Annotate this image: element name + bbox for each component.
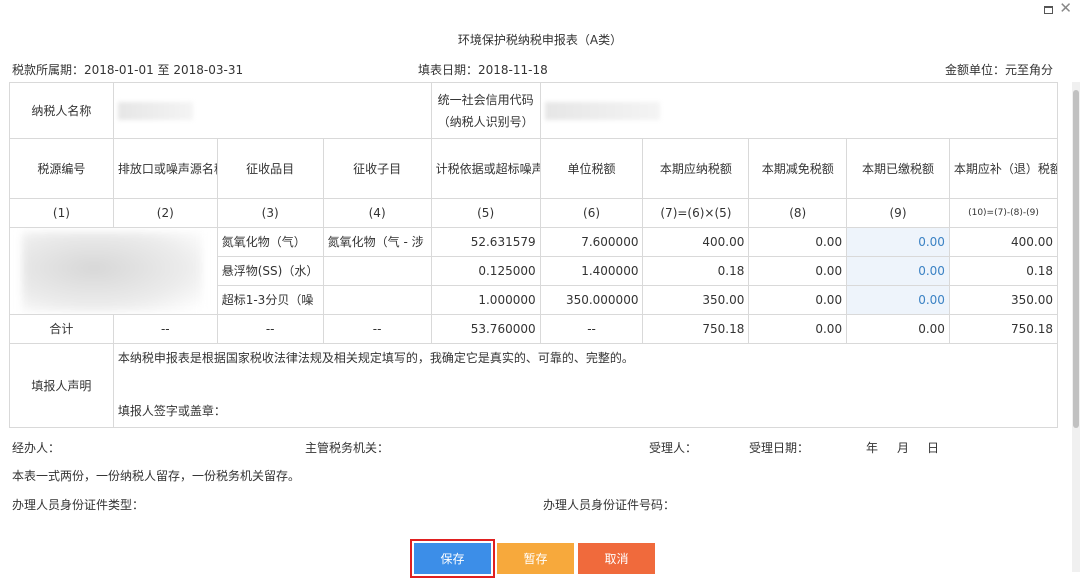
unit-tax-cell: 350.000000: [539, 285, 644, 315]
total-cell: --: [322, 314, 432, 344]
payable-cell: 0.18: [642, 256, 750, 286]
index-cell: (2): [112, 198, 218, 228]
taxpayer-name-label: 纳税人名称: [9, 82, 114, 139]
basis-cell: 52.631579: [430, 227, 541, 257]
index-cell: (9): [846, 198, 950, 228]
header-item: 征收品目: [216, 138, 324, 199]
index-row: (1) (2) (3) (4) (5) (6) (7)=(6)×(5) (8) …: [9, 198, 1059, 228]
index-cell: (5): [430, 198, 541, 228]
close-icon[interactable]: ✕: [1059, 1, 1072, 16]
due-cell: 350.00: [948, 285, 1059, 315]
table-row: 氮氧化物（气） 氮氧化物（气 - 涉 52.631579 7.600000 40…: [9, 227, 1059, 315]
day-label: 日: [927, 441, 940, 455]
total-row: 合计 -- -- -- 53.760000 -- 750.18 0.00 0.0…: [9, 314, 1059, 344]
declaration-text: 本纳税申报表是根据国家税收法律法规及相关规定填写的，我确定它是真实的、可靠的、完…: [117, 351, 634, 365]
header-paid: 本期已缴税额: [846, 138, 950, 199]
scrollbar-thumb[interactable]: [1073, 90, 1079, 428]
reduced-cell: 0.00: [748, 227, 848, 257]
agent-label: 经办人：: [12, 441, 61, 455]
header-outlet-name: 排放口或噪声源名称: [112, 138, 218, 199]
save-button[interactable]: 保存: [414, 543, 491, 574]
unit-tax-cell: 1.400000: [539, 256, 644, 286]
copies-note: 本表一式两份，一份纳税人留存，一份税务机关留存。: [12, 469, 301, 483]
total-due: 750.18: [948, 314, 1059, 344]
amount-unit: 金额单位：元至角分: [944, 63, 1053, 77]
total-payable: 750.18: [642, 314, 750, 344]
cancel-button[interactable]: 取消: [578, 543, 655, 574]
paid-input[interactable]: 0.00: [846, 256, 950, 286]
declaration-label: 填报人声明: [9, 343, 114, 428]
total-basis: 53.760000: [430, 314, 541, 344]
signature-label: 填报人签字或盖章：: [117, 404, 226, 418]
item-cell: 悬浮物(SS)（水）: [216, 256, 324, 286]
header-reduced: 本期减免税额: [748, 138, 848, 199]
fill-date: 填表日期：2018-11-18: [418, 63, 548, 77]
unit-tax-cell: 7.600000: [539, 227, 644, 257]
total-reduced: 0.00: [748, 314, 848, 344]
redacted-source-cell: [9, 227, 218, 315]
vertical-scrollbar[interactable]: [1072, 82, 1080, 572]
basis-cell: 0.125000: [430, 256, 541, 286]
draft-button[interactable]: 暂存: [497, 543, 574, 574]
header-unit-tax: 单位税额: [539, 138, 644, 199]
index-cell: (3): [216, 198, 324, 228]
id-type-label: 办理人员身份证件类型：: [12, 498, 145, 512]
reduced-cell: 0.00: [748, 256, 848, 286]
credit-code-value: [539, 82, 1059, 139]
receive-date-label: 受理日期：: [749, 441, 810, 455]
index-cell: (7)=(6)×(5): [642, 198, 750, 228]
index-cell: (1): [9, 198, 114, 228]
payable-cell: 350.00: [642, 285, 750, 315]
total-label: 合计: [9, 314, 114, 344]
payable-cell: 400.00: [642, 227, 750, 257]
tax-return-table: 纳税人名称 统一社会信用代码 （纳税人识别号） 税源编号 排放口或噪声源名称 征收…: [9, 82, 1059, 428]
paid-input[interactable]: 0.00: [846, 285, 950, 315]
total-unit-tax: --: [539, 314, 644, 344]
subitem-cell: [322, 285, 432, 315]
basis-cell: 1.000000: [430, 285, 541, 315]
item-cell: 超标1-3分贝（噪: [216, 285, 324, 315]
subitem-cell: [322, 256, 432, 286]
window-controls: ✕: [1044, 1, 1072, 16]
taxpayer-name-value: [112, 82, 432, 139]
header-due: 本期应补（退）税额: [948, 138, 1059, 199]
maximize-icon[interactable]: [1044, 5, 1054, 14]
declaration-content: 本纳税申报表是根据国家税收法律法规及相关规定填写的，我确定它是真实的、可靠的、完…: [112, 343, 1059, 428]
credit-code-label: 统一社会信用代码 （纳税人识别号）: [430, 82, 541, 139]
due-cell: 0.18: [948, 256, 1059, 286]
due-cell: 400.00: [948, 227, 1059, 257]
index-cell: (6): [539, 198, 644, 228]
paid-input[interactable]: 0.00: [846, 227, 950, 257]
month-label: 月: [897, 441, 910, 455]
item-cell: 氮氧化物（气）: [216, 227, 324, 257]
reduced-cell: 0.00: [748, 285, 848, 315]
id-number-label: 办理人员身份证件号码：: [543, 498, 676, 512]
total-cell: --: [216, 314, 324, 344]
year-label: 年: [866, 441, 879, 455]
receiver-label: 受理人：: [649, 441, 698, 455]
form-title: 环境保护税纳税申报表（A类）: [457, 33, 623, 47]
header-basis: 计税依据或超标噪声综合系数: [430, 138, 541, 199]
declaration-row: 填报人声明 本纳税申报表是根据国家税收法律法规及相关规定填写的，我确定它是真实的…: [9, 343, 1059, 428]
index-cell: (4): [322, 198, 432, 228]
header-subitem: 征收子目: [322, 138, 432, 199]
index-cell: (8): [748, 198, 848, 228]
index-cell: (10)=(7)-(8)-(9): [948, 198, 1059, 228]
redacted-code: [544, 102, 660, 120]
taxpayer-row: 纳税人名称 统一社会信用代码 （纳税人识别号）: [9, 82, 1059, 139]
redacted-source-id: [22, 232, 202, 312]
header-payable: 本期应纳税额: [642, 138, 750, 199]
tax-office-label: 主管税务机关：: [305, 441, 390, 455]
redacted-name: [117, 102, 193, 120]
subitem-cell: 氮氧化物（气 - 涉: [322, 227, 432, 257]
tax-period: 税款所属期：2018-01-01 至 2018-03-31: [12, 63, 244, 77]
total-cell: --: [112, 314, 218, 344]
total-paid: 0.00: [846, 314, 950, 344]
header-source-id: 税源编号: [9, 138, 114, 199]
header-row: 税源编号 排放口或噪声源名称 征收品目 征收子目 计税依据或超标噪声综合系数 单…: [9, 138, 1059, 199]
